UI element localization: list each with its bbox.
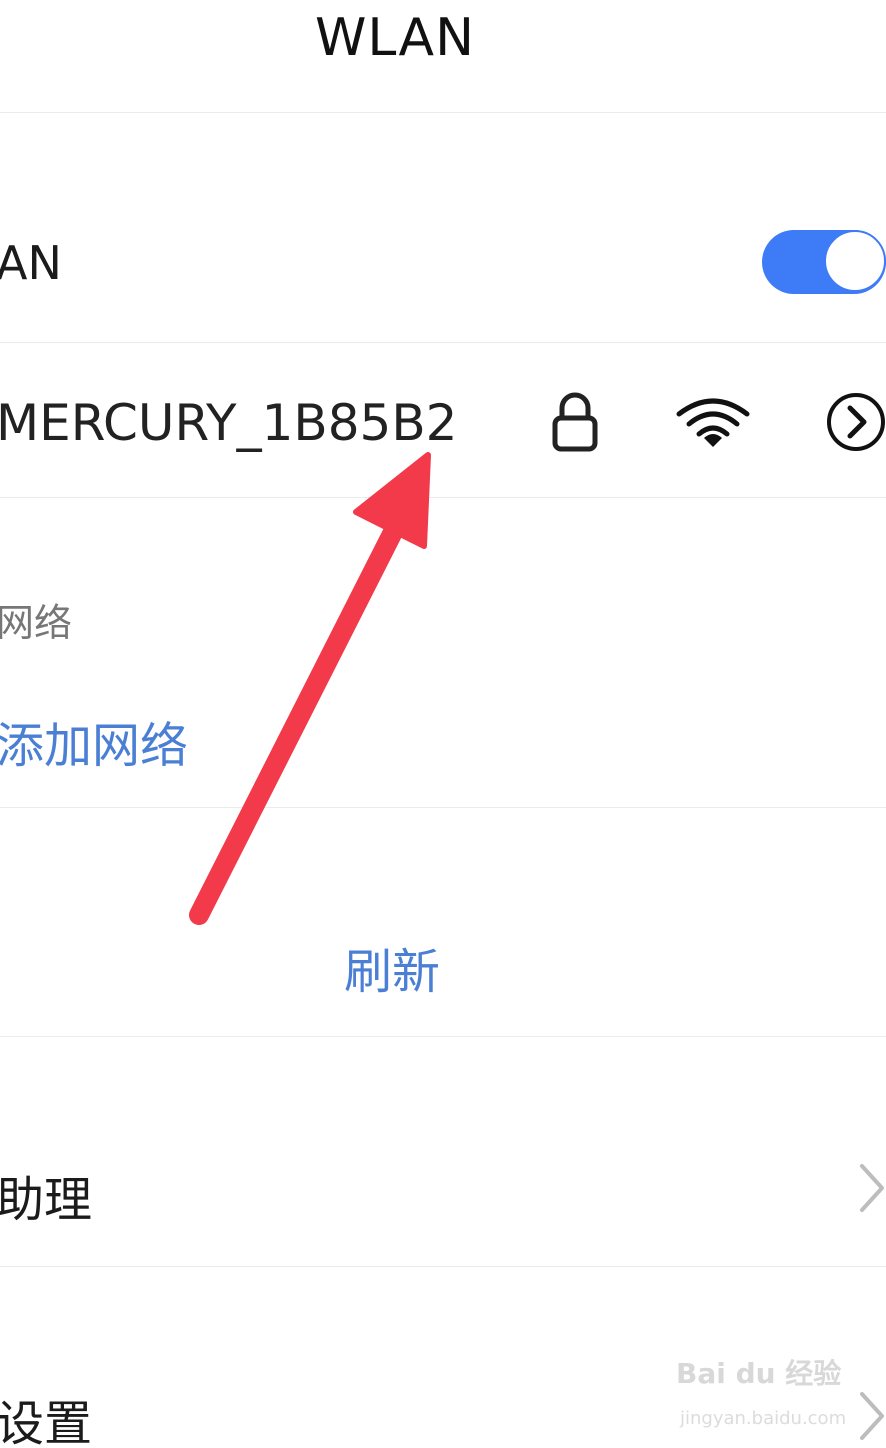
wlan-settings-page: WLAN AN MERCURY_1B85B2 网络 添加网络 刷新 助理 设置 … xyxy=(0,0,886,1448)
page-title: WLAN xyxy=(314,8,476,68)
header-divider xyxy=(0,112,886,113)
chevron-right-circle-icon[interactable] xyxy=(826,392,886,452)
lock-icon xyxy=(552,392,598,452)
baidu-watermark-url: jingyan.baidu.com xyxy=(680,1408,847,1429)
assistant-label: 助理 xyxy=(0,1172,93,1228)
wlan-toggle-label: AN xyxy=(0,236,62,290)
other-networks-section-label: 网络 xyxy=(0,601,73,645)
row-divider xyxy=(0,497,886,498)
toggle-knob xyxy=(824,230,886,292)
row-divider xyxy=(0,1036,886,1037)
add-network-button[interactable]: 添加网络 xyxy=(0,706,188,776)
chevron-right-icon xyxy=(860,1164,884,1212)
wifi-signal-icon xyxy=(676,398,750,447)
baidu-watermark: Bai du 经验 xyxy=(676,1357,842,1390)
settings-label: 设置 xyxy=(0,1396,93,1448)
row-divider xyxy=(0,342,886,343)
refresh-button[interactable]: 刷新 xyxy=(344,932,440,1002)
chevron-right-icon xyxy=(860,1392,884,1440)
wlan-toggle-switch[interactable] xyxy=(762,230,886,294)
row-divider xyxy=(0,807,886,808)
row-divider xyxy=(0,1266,886,1267)
network-ssid: MERCURY_1B85B2 xyxy=(0,394,458,452)
